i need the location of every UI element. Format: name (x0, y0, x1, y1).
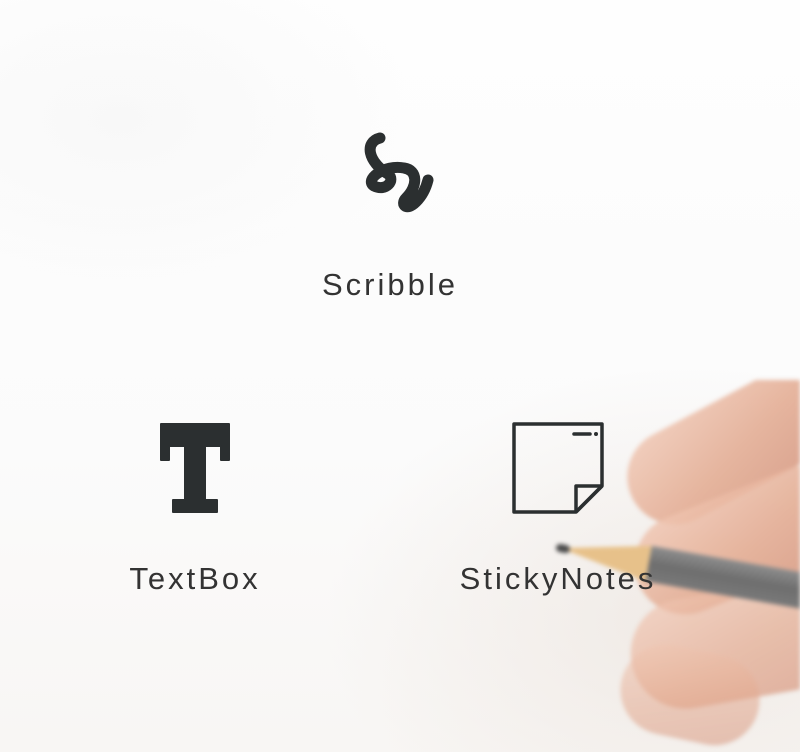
text-t-icon (160, 423, 230, 513)
scribble-icon (364, 132, 434, 213)
sticky-note-icon (512, 422, 604, 514)
textbox-tool-button[interactable]: TextBox (110, 420, 280, 597)
sticky-notes-tool-button[interactable]: StickyNotes (448, 420, 668, 597)
sticky-notes-label: StickyNotes (459, 561, 657, 596)
scribble-tool-button[interactable]: Scribble (305, 128, 475, 303)
textbox-label: TextBox (129, 561, 261, 596)
scribble-label: Scribble (322, 267, 458, 302)
